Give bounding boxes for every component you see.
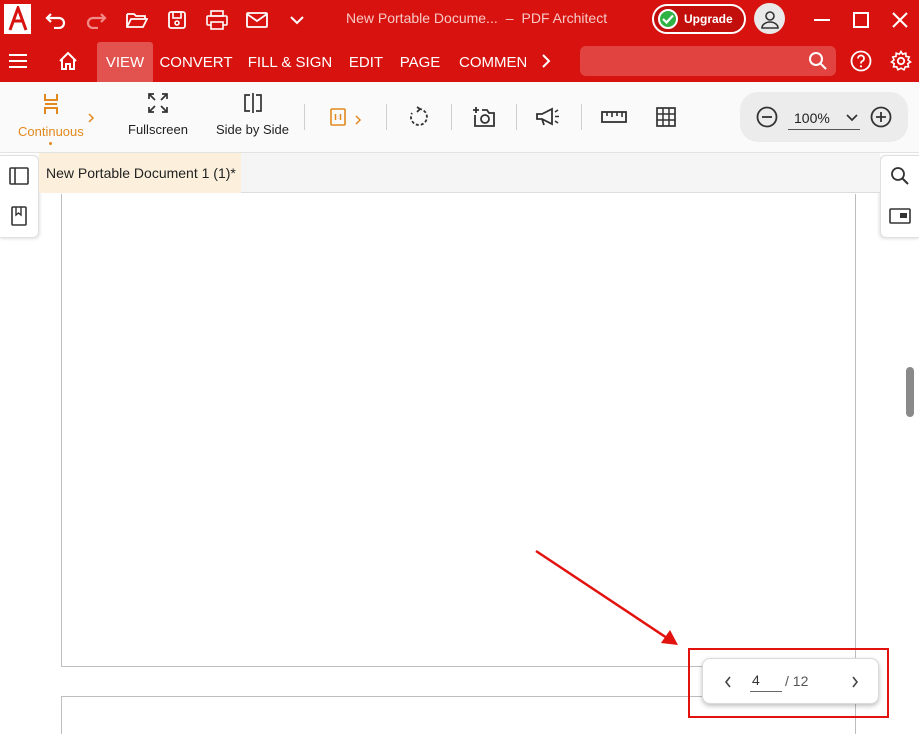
snapshot-camera-icon[interactable]	[471, 104, 497, 130]
settings-gear-icon[interactable]	[890, 50, 912, 72]
window-title: New Portable Docume... – PDF Architect	[346, 10, 607, 26]
toolbar-divider	[386, 104, 387, 130]
side-by-side-button[interactable]: Side by Side	[216, 92, 289, 137]
tab-view[interactable]: VIEW	[97, 42, 153, 82]
undo-icon[interactable]	[40, 4, 72, 36]
view-toolbar: Continuous Fullscreen Side by Side 100%	[0, 82, 919, 153]
document-tab-strip: New Portable Document 1 (1)*	[39, 153, 880, 193]
presentation-megaphone-icon[interactable]	[535, 104, 561, 130]
print-icon[interactable]	[201, 4, 233, 36]
save-icon[interactable]	[161, 4, 193, 36]
quick-access-dropdown-icon[interactable]	[281, 4, 313, 36]
minimize-button[interactable]	[806, 4, 838, 36]
fullscreen-button[interactable]: Fullscreen	[128, 92, 188, 137]
fullscreen-label: Fullscreen	[128, 122, 188, 137]
continuous-options-chevron-icon[interactable]	[87, 110, 95, 128]
annotation-highlight-box	[688, 648, 889, 718]
maximize-icon	[853, 12, 869, 28]
annotation-arrow-icon	[535, 549, 678, 645]
fullscreen-icon	[148, 93, 168, 113]
help-icon[interactable]	[850, 50, 872, 72]
zoom-in-icon[interactable]	[870, 106, 892, 133]
hamburger-menu-icon[interactable]	[2, 45, 34, 77]
tab-fill-sign[interactable]: FILL & SIGN	[245, 42, 335, 82]
toolbar-divider	[516, 104, 517, 130]
tab-convert[interactable]: CONVERT	[158, 42, 234, 82]
continuous-layout-icon	[43, 94, 58, 114]
title-bar: New Portable Docume... – PDF Architect Upg…	[0, 0, 919, 40]
user-account-button[interactable]	[754, 3, 785, 34]
zoom-level-value: 100%	[794, 110, 830, 126]
ribbon-tab-bar: VIEW CONVERT FILL & SIGN EDIT PAGE COMME…	[0, 40, 919, 82]
toolbar-divider	[304, 104, 305, 130]
document-page[interactable]	[61, 194, 856, 667]
tab-comment[interactable]: COMMENT	[456, 42, 526, 82]
bookmarks-panel-icon[interactable]	[7, 204, 31, 228]
thumbnails-panel-icon[interactable]	[7, 164, 31, 188]
email-icon[interactable]	[241, 4, 273, 36]
properties-panel-icon[interactable]	[888, 204, 912, 228]
document-title: New Portable Docume...	[346, 10, 498, 26]
open-folder-icon[interactable]	[121, 4, 153, 36]
zoom-out-icon[interactable]	[756, 106, 778, 133]
search-icon	[809, 52, 827, 70]
left-side-panel	[0, 155, 39, 238]
actual-size-icon[interactable]	[325, 104, 351, 130]
find-search-icon[interactable]	[888, 164, 912, 188]
chevron-down-icon	[846, 114, 858, 122]
rotate-icon[interactable]	[406, 104, 432, 130]
ruler-icon[interactable]	[601, 104, 627, 130]
user-icon	[760, 10, 779, 29]
tab-edit[interactable]: EDIT	[345, 42, 387, 82]
vertical-scrollbar-thumb[interactable]	[906, 367, 914, 417]
app-name: PDF Architect	[521, 10, 608, 26]
document-tab-title: New Portable Document 1 (1)*	[46, 165, 236, 181]
upgrade-button[interactable]: Upgrade	[652, 4, 746, 34]
page-size-chevron-icon[interactable]	[354, 112, 362, 130]
maximize-button[interactable]	[845, 4, 877, 36]
home-icon[interactable]	[52, 45, 84, 77]
upgrade-label: Upgrade	[684, 12, 733, 26]
side-by-side-icon	[243, 93, 262, 113]
check-icon	[658, 9, 678, 29]
ribbon-scroll-right-icon[interactable]	[530, 45, 562, 77]
app-logo-icon	[4, 4, 31, 34]
grid-icon[interactable]	[653, 104, 679, 130]
continuous-label: Continuous	[18, 124, 84, 139]
toolbar-divider	[451, 104, 452, 130]
continuous-button[interactable]: Continuous	[18, 92, 84, 145]
zoom-level-select[interactable]: 100%	[788, 110, 860, 130]
minimize-icon	[814, 19, 830, 21]
toolbar-divider	[581, 104, 582, 130]
close-button[interactable]	[884, 4, 916, 36]
redo-icon[interactable]	[80, 4, 112, 36]
zoom-control: 100%	[740, 92, 908, 142]
right-side-panel	[880, 155, 919, 238]
title-separator: –	[505, 10, 514, 26]
document-tab[interactable]: New Portable Document 1 (1)*	[39, 153, 241, 193]
close-icon	[892, 12, 908, 28]
active-indicator-dot	[49, 142, 53, 145]
side-by-side-label: Side by Side	[216, 122, 289, 137]
search-input[interactable]	[580, 46, 836, 76]
tab-page[interactable]: PAGE	[397, 42, 443, 82]
